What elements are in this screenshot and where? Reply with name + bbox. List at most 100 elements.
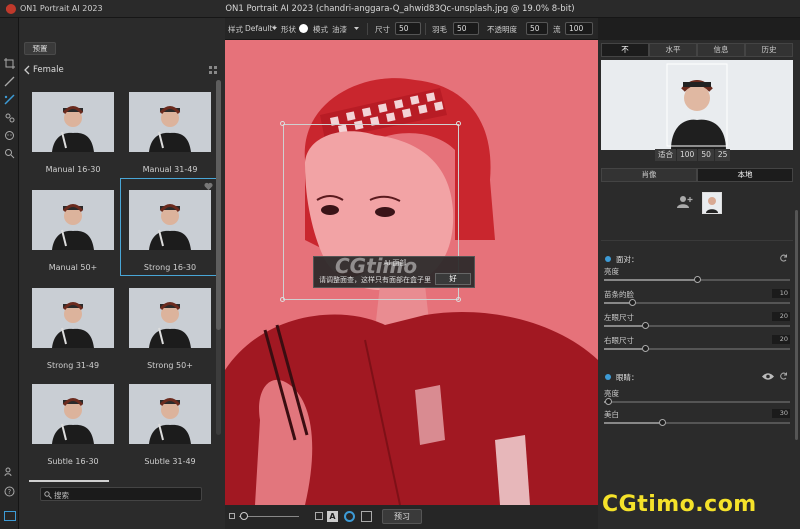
help-icon[interactable]: ? [2, 484, 17, 499]
preset-preview-image [32, 384, 114, 444]
feather-input[interactable]: 50 [453, 22, 479, 35]
adjustment-slider[interactable]: 亮度 [604, 388, 790, 408]
navigator-preview[interactable] [601, 60, 793, 150]
grid-view-icon[interactable] [209, 66, 217, 74]
face-selector [601, 186, 793, 226]
panel-tabs: 不 水平 信息 历史 [601, 43, 793, 57]
slider-knob[interactable] [605, 398, 612, 405]
preset-thumbnail[interactable]: Subtle 16-30 [23, 384, 119, 480]
slider-label: 苗条的脸 [604, 290, 634, 299]
preset-label: Manual 31-49 [142, 165, 198, 174]
preset-thumbnail[interactable]: Strong 31-49 [23, 288, 119, 384]
face-section-title: 面对： [616, 255, 639, 264]
adjustment-slider[interactable]: 右眼尺寸 20 [604, 335, 790, 355]
overlay-toggle-icon[interactable] [344, 511, 355, 522]
tab-levels[interactable]: 水平 [649, 43, 697, 57]
opacity-input[interactable]: 50 [526, 22, 548, 35]
preset-thumbnail[interactable]: Manual 31-49 [120, 92, 216, 188]
zoom-tool-icon[interactable] [2, 146, 17, 161]
slider-track[interactable] [604, 401, 790, 403]
adjustments-scrollbar[interactable] [795, 210, 798, 440]
add-face-icon[interactable] [677, 195, 693, 209]
tab-info[interactable]: 信息 [697, 43, 745, 57]
brush-options-toolbar: 样式 Default* 形状 模式 油漆 尺寸 50 羽毛 50 不透明度 50… [225, 18, 598, 40]
slider-knob[interactable] [642, 345, 649, 352]
retouch-brush-icon[interactable] [2, 92, 17, 107]
tab-local[interactable]: 本地 [697, 168, 793, 182]
preset-preview-image [129, 92, 211, 152]
zoom-out-icon[interactable] [229, 513, 235, 519]
adjustment-slider[interactable]: 左眼尺寸 20 [604, 312, 790, 332]
mode-dropdown[interactable]: 油漆 [332, 24, 347, 35]
size-input[interactable]: 50 [395, 22, 421, 35]
style-label: 样式 [228, 25, 243, 34]
face-enable-toggle[interactable] [605, 256, 611, 262]
title-bar: ON1 Portrait AI 2023 ON1 Portrait AI 202… [0, 0, 800, 18]
category-header[interactable]: Female [23, 63, 219, 77]
resize-handle[interactable] [456, 297, 461, 302]
flow-label: 流 [553, 25, 561, 34]
slider-value-input[interactable]: 30 [772, 409, 790, 418]
perfect-eraser-icon[interactable] [2, 110, 17, 125]
preset-thumbnail[interactable]: Manual 16-30 [23, 92, 119, 188]
zoom-fit-button[interactable]: 适合 [655, 149, 676, 161]
mode-chevron-down-icon[interactable] [354, 27, 359, 31]
users-icon[interactable] [2, 464, 17, 479]
resize-handle[interactable] [280, 297, 285, 302]
panel-divider [29, 480, 109, 482]
style-chevron-down-icon[interactable] [272, 27, 277, 31]
zoom-slider-track[interactable] [239, 516, 299, 517]
reset-icon[interactable] [780, 254, 788, 262]
preset-thumbnail[interactable]: Strong 50+ [120, 288, 216, 384]
preset-thumbnail[interactable]: Manual 50+ [23, 190, 119, 286]
mask-a-icon[interactable]: A [327, 511, 338, 522]
eye-visibility-icon[interactable] [762, 372, 774, 381]
zoom-in-icon[interactable] [315, 512, 323, 520]
adjustment-slider[interactable]: 苗条的脸 10 [604, 289, 790, 309]
zoom-100-button[interactable]: 100 [677, 149, 698, 161]
brush-tool-icon[interactable] [2, 74, 17, 89]
slider-value-input[interactable]: 20 [772, 312, 790, 321]
zoom-slider-knob[interactable] [240, 512, 248, 520]
presets-scrollbar-thumb[interactable] [216, 80, 221, 330]
slider-value-input[interactable]: 10 [772, 289, 790, 298]
heart-icon[interactable] [204, 182, 213, 191]
slider-knob[interactable] [642, 322, 649, 329]
crop-tool-icon[interactable] [2, 56, 17, 71]
preset-thumbnail[interactable]: Strong 16-30 [120, 178, 220, 286]
zoom-50-button[interactable]: 50 [698, 149, 714, 161]
face-section-header[interactable]: 面对： [604, 254, 794, 266]
flow-input[interactable]: 100 [565, 22, 593, 35]
tab-navigator[interactable]: 不 [601, 43, 649, 57]
face-thumbnail[interactable] [702, 192, 722, 214]
tool-strip: ? [0, 18, 19, 529]
slider-knob[interactable] [629, 299, 636, 306]
feather-label: 羽毛 [432, 25, 447, 34]
resize-handle[interactable] [280, 121, 285, 126]
image-canvas[interactable]: AI 面部 请调整面查，这样只有面部在盒子里 好 CGtimo [225, 40, 598, 505]
panel-toggle-icon[interactable] [2, 508, 17, 523]
preview-button[interactable]: 预习 [382, 509, 422, 524]
adjustment-slider[interactable]: 美白 30 [604, 409, 790, 429]
face-tool-icon[interactable] [2, 128, 17, 143]
eyes-section-header[interactable]: 眼睛： [604, 372, 794, 384]
slider-knob[interactable] [694, 276, 701, 283]
brush-shape-icon[interactable] [299, 24, 308, 33]
compare-icon[interactable] [361, 511, 372, 522]
preset-preview-image [32, 92, 114, 152]
tab-history[interactable]: 历史 [745, 43, 793, 57]
slider-value-input[interactable]: 20 [772, 335, 790, 344]
preset-search-input[interactable]: 搜索 [40, 487, 202, 501]
presets-button[interactable]: 预置 [24, 42, 56, 55]
ok-button[interactable]: 好 [435, 273, 471, 285]
eyes-enable-toggle[interactable] [605, 374, 611, 380]
resize-handle[interactable] [456, 121, 461, 126]
reset-icon[interactable] [780, 372, 788, 380]
adjustment-slider[interactable]: 亮度 [604, 266, 790, 286]
preset-thumbnail[interactable]: Subtle 31-49 [120, 384, 216, 480]
slider-knob[interactable] [659, 419, 666, 426]
opacity-label: 不透明度 [487, 25, 517, 34]
zoom-25-button[interactable]: 25 [714, 149, 731, 161]
tab-portrait[interactable]: 肖像 [601, 168, 697, 182]
back-chevron-icon[interactable] [23, 65, 30, 75]
